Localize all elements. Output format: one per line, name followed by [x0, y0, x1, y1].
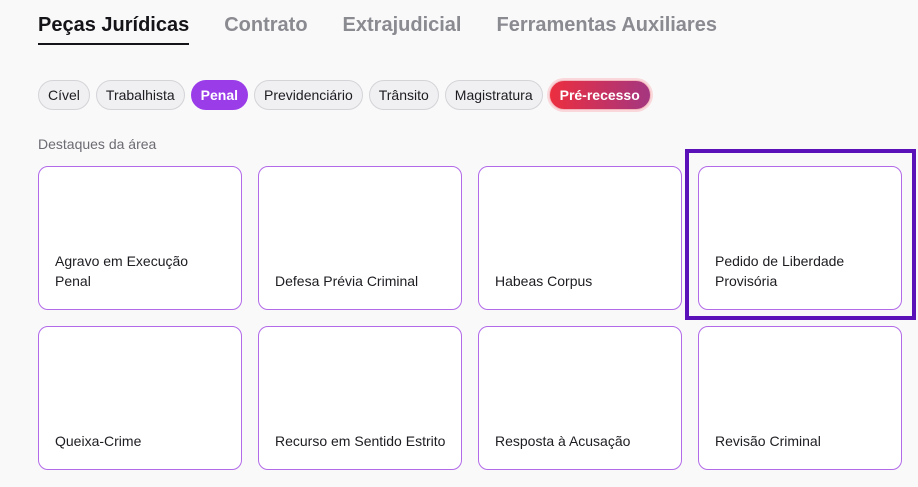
- card-label: Habeas Corpus: [495, 273, 593, 289]
- page: Peças Jurídicas Contrato Extrajudicial F…: [0, 0, 918, 487]
- chip-transito[interactable]: Trânsito: [368, 80, 439, 110]
- card-label: Recurso em Sentido Estrito: [275, 433, 446, 449]
- top-tabs: Peças Jurídicas Contrato Extrajudicial F…: [38, 14, 752, 45]
- category-chips: Cível Trabalhista Penal Previdenciário T…: [38, 80, 657, 110]
- tab-extrajudicial[interactable]: Extrajudicial: [343, 14, 462, 43]
- card-resposta-a-acusacao[interactable]: Resposta à Acusação: [478, 326, 682, 470]
- card-label: Pedido de Liberdade Provisória: [715, 253, 845, 289]
- card-label: Revisão Criminal: [715, 433, 821, 449]
- card-defesa-previa-criminal[interactable]: Defesa Prévia Criminal: [258, 166, 462, 310]
- section-title: Destaques da área: [38, 136, 157, 152]
- card-pedido-de-liberdade-provisoria[interactable]: Pedido de Liberdade Provisória: [685, 149, 916, 320]
- tab-pecas-juridicas[interactable]: Peças Jurídicas: [38, 14, 190, 45]
- card-label: Defesa Prévia Criminal: [275, 273, 419, 289]
- card-queixa-crime[interactable]: Queixa-Crime: [38, 326, 242, 470]
- tab-ferramentas-auxiliares[interactable]: Ferramentas Auxiliares: [496, 14, 716, 43]
- card-label: Queixa-Crime: [55, 433, 142, 449]
- chip-previdenciario[interactable]: Previdenciário: [254, 80, 363, 110]
- card-label: Agravo em Execução Penal: [55, 253, 189, 289]
- highlights-grid: Agravo em Execução Penal Defesa Prévia C…: [38, 149, 916, 470]
- card-revisao-criminal[interactable]: Revisão Criminal: [698, 326, 902, 470]
- chip-magistratura[interactable]: Magistratura: [444, 80, 543, 110]
- card-recurso-em-sentido-estrito[interactable]: Recurso em Sentido Estrito: [258, 326, 462, 470]
- tab-contrato[interactable]: Contrato: [224, 14, 307, 43]
- chip-civel[interactable]: Cível: [38, 80, 90, 110]
- card-label: Resposta à Acusação: [495, 433, 631, 449]
- chip-trabalhista[interactable]: Trabalhista: [95, 80, 185, 110]
- chip-pre-recesso[interactable]: Pré-recesso: [548, 80, 651, 110]
- card-agravo-em-execucao-penal[interactable]: Agravo em Execução Penal: [38, 166, 242, 310]
- chip-penal[interactable]: Penal: [190, 80, 249, 110]
- card-habeas-corpus[interactable]: Habeas Corpus: [478, 166, 682, 310]
